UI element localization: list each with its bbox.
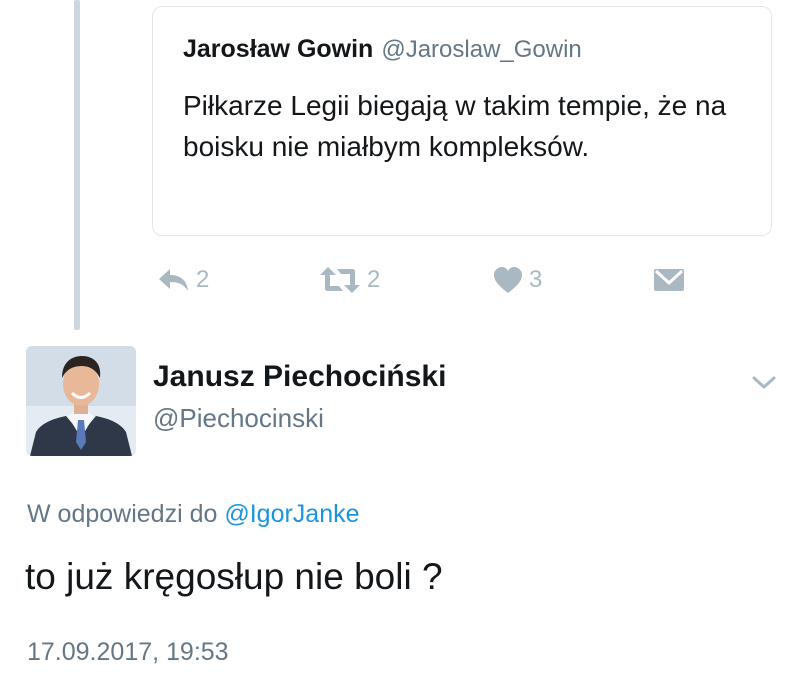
direct-message-button[interactable] [653, 263, 685, 297]
tweet-text: to już kręgosłup nie boli ? [25, 556, 443, 597]
reply-icon [156, 266, 190, 294]
quoted-tweet-header: Jarosław Gowin @Jaroslaw_Gowin [183, 35, 582, 64]
reply-context: W odpowiedzi do @IgorJanke [27, 500, 360, 529]
chevron-down-icon[interactable] [750, 372, 778, 392]
author-name[interactable]: Janusz Piechociński [153, 360, 446, 394]
quoted-tweet-text: Piłkarze Legii biegają w takim tempie, ż… [183, 90, 727, 162]
retweet-icon [319, 266, 361, 294]
tweet-timestamp[interactable]: 17.09.2017, 19:53 [27, 638, 229, 667]
like-button[interactable]: 3 [493, 263, 542, 297]
like-count: 3 [529, 266, 543, 293]
tweet-action-bar: 2 2 3 [0, 263, 800, 297]
quoted-author-handle[interactable]: @Jaroslaw_Gowin [381, 36, 581, 63]
direct-message-icon [653, 266, 685, 294]
author-handle[interactable]: @Piechocinski [153, 403, 324, 434]
retweet-button[interactable]: 2 [319, 263, 380, 297]
reply-button[interactable]: 2 [156, 263, 209, 297]
reply-count: 2 [196, 266, 210, 293]
quoted-tweet-card[interactable]: Jarosław Gowin @Jaroslaw_Gowin Piłkarze L… [152, 6, 772, 236]
reply-to-handle-link[interactable]: @IgorJanke [224, 500, 359, 528]
reply-prefix: W odpowiedzi do [27, 500, 218, 528]
retweet-count: 2 [367, 266, 381, 293]
quoted-author-name[interactable]: Jarosław Gowin [183, 35, 373, 63]
author-avatar[interactable] [26, 346, 136, 456]
heart-icon [493, 266, 523, 294]
